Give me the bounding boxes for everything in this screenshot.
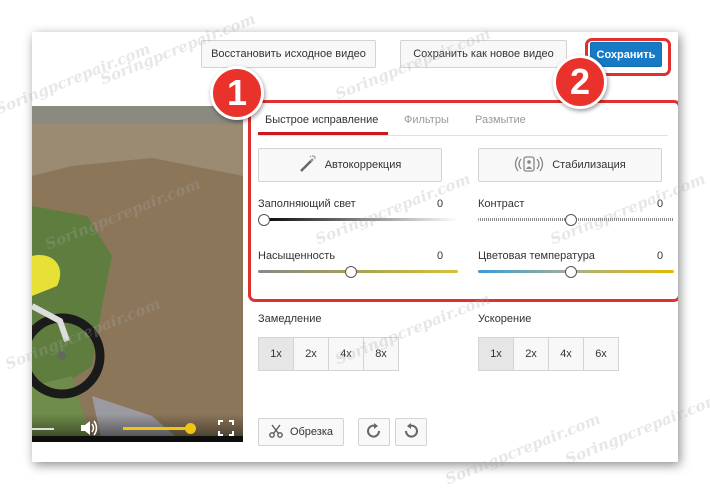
timelapse-option[interactable]: 4x xyxy=(548,337,584,371)
saturation-knob[interactable] xyxy=(345,266,357,278)
trim-label: Обрезка xyxy=(289,426,334,438)
volume-icon[interactable] xyxy=(80,419,100,437)
stabilize-label: Стабилизация xyxy=(552,159,626,171)
magic-wand-icon xyxy=(299,154,317,176)
stabilize-icon xyxy=(514,155,544,175)
fullscreen-icon[interactable] xyxy=(218,420,234,436)
step-2-badge: 2 xyxy=(553,55,607,109)
fill-light-knob[interactable] xyxy=(258,214,270,226)
rotate-right-icon xyxy=(366,422,382,442)
rotate-left-button[interactable] xyxy=(395,418,427,446)
slowmo-label: Замедление xyxy=(258,313,322,325)
color-temp-label: Цветовая температура xyxy=(478,250,595,262)
rotate-left-icon xyxy=(403,422,419,442)
auto-fix-label: Автокоррекция xyxy=(324,159,402,171)
slowmo-option[interactable]: 2x xyxy=(293,337,329,371)
auto-fix-button[interactable]: Автокоррекция xyxy=(258,148,442,182)
contrast-label: Контраст xyxy=(478,198,525,210)
timelapse-options: 1x 2x 4x 6x xyxy=(478,337,619,371)
color-temp-knob[interactable] xyxy=(565,266,577,278)
saturation-slider[interactable] xyxy=(258,270,458,273)
volume-knob[interactable] xyxy=(184,423,196,434)
video-frame-image xyxy=(32,106,243,442)
color-temp-value: 0 xyxy=(657,250,664,262)
tab-blur[interactable]: Размытие xyxy=(475,114,526,126)
timelapse-label: Ускорение xyxy=(478,313,532,325)
step-1-badge: 1 xyxy=(210,66,264,120)
tab-filters[interactable]: Фильтры xyxy=(404,114,449,126)
saturation-value: 0 xyxy=(437,250,444,262)
timelapse-option[interactable]: 1x xyxy=(478,337,514,371)
progress-bar[interactable] xyxy=(32,428,54,430)
tab-quick-fix[interactable]: Быстрое исправление xyxy=(265,114,378,126)
timelapse-option[interactable]: 2x xyxy=(513,337,549,371)
restore-original-button[interactable]: Восстановить исходное видео xyxy=(201,40,376,68)
scissors-icon xyxy=(269,424,283,441)
tabs-divider xyxy=(258,135,668,136)
fill-light-label: Заполняющий свет xyxy=(258,198,356,210)
volume-slider[interactable] xyxy=(123,423,196,434)
rotate-right-button[interactable] xyxy=(358,418,390,446)
volume-fill xyxy=(123,427,190,430)
save-button[interactable]: Сохранить xyxy=(590,42,662,67)
video-preview[interactable] xyxy=(32,106,243,442)
slowmo-option[interactable]: 1x xyxy=(258,337,294,371)
timelapse-option[interactable]: 6x xyxy=(583,337,619,371)
stabilize-button[interactable]: Стабилизация xyxy=(478,148,662,182)
trim-button[interactable]: Обрезка xyxy=(258,418,344,446)
saturation-label: Насыщенность xyxy=(258,250,336,262)
